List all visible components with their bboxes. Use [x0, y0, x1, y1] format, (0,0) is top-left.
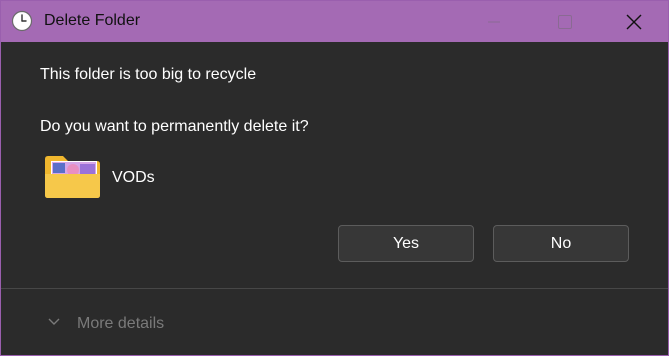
chevron-down-icon[interactable] [47, 317, 61, 327]
title-bar[interactable]: Delete Folder [1, 1, 668, 42]
folder-name: VODs [112, 169, 155, 186]
close-icon [626, 14, 642, 29]
yes-button[interactable]: Yes [338, 225, 474, 262]
dialog-message: This folder is too big to recycle [40, 66, 257, 83]
clock-icon [11, 10, 33, 32]
folder-icon [45, 156, 100, 198]
no-button[interactable]: No [493, 225, 629, 262]
maximize-icon [558, 14, 572, 29]
minimize-button[interactable] [459, 1, 529, 42]
minimize-icon [488, 21, 500, 22]
window-title: Delete Folder [44, 12, 141, 29]
close-button[interactable] [599, 1, 668, 42]
delete-folder-dialog: Delete Folder This folder is too big to … [0, 0, 669, 356]
maximize-button[interactable] [530, 1, 600, 42]
more-details-toggle[interactable]: More details [77, 315, 164, 333]
dialog-question: Do you want to permanently delete it? [40, 118, 309, 135]
